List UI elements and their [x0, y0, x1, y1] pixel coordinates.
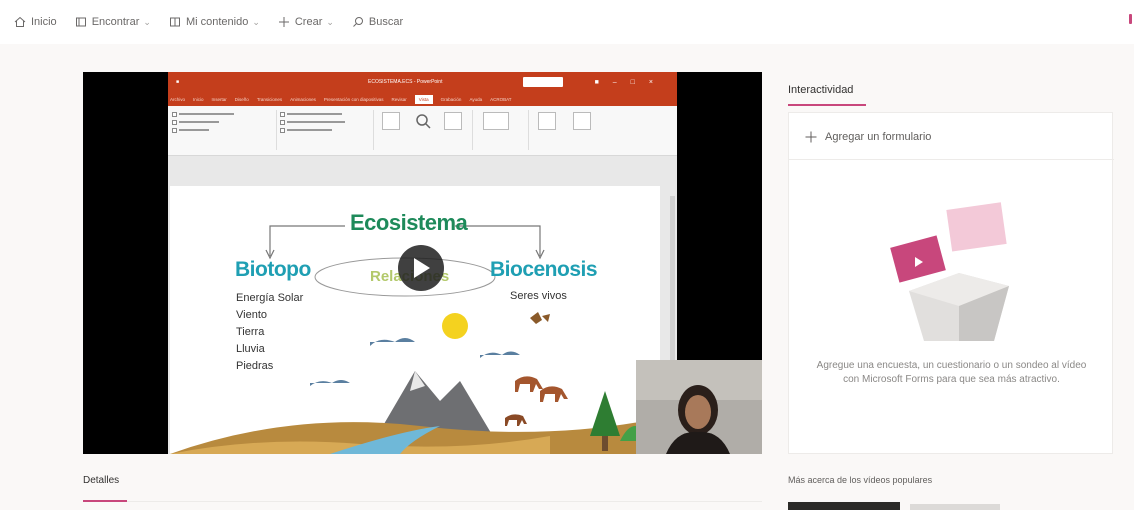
ppt-canvas: Ecosistema Biotopo Relaciones Biocenosis… [168, 156, 677, 454]
play-icon [414, 258, 430, 278]
tab-active-indicator [788, 104, 866, 106]
top-nav: Inicio Encontrar ⌄ Mi contenido ⌄ Crear … [0, 0, 1134, 44]
zoom-icon [414, 112, 432, 130]
ppt-tab: Insertar [211, 96, 227, 102]
add-form-button[interactable]: Agregar un formulario [805, 131, 931, 143]
slide-left-heading: Biotopo [235, 258, 311, 281]
video-thumbnail[interactable] [788, 502, 900, 510]
search-icon [353, 17, 363, 27]
slide-right-item: Seres vivos [510, 290, 567, 302]
nav-search[interactable]: Buscar [352, 16, 403, 28]
ppt-signin-button [523, 77, 563, 87]
tab-active-indicator [83, 500, 127, 502]
interactivity-panel: Agregar un formulario Agregue una encues… [788, 112, 1114, 454]
slide-list-item: Viento [236, 309, 267, 321]
slide-list-item: Tierra [236, 326, 265, 338]
nav-create-label: Crear [294, 16, 323, 28]
accent-marker [1129, 14, 1132, 24]
ppt-tab: Ayuda [469, 96, 483, 102]
nav-home[interactable]: Inicio [14, 16, 57, 28]
macros-icon [573, 112, 591, 130]
ppt-tab: Presentación con diapositivas [323, 96, 384, 102]
home-icon [14, 16, 26, 27]
ppt-ribbon [168, 106, 677, 156]
chevron-down-icon: ⌄ [252, 16, 260, 27]
nav-my-content[interactable]: Mi contenido ⌄ [169, 16, 260, 28]
webcam-overlay [636, 360, 762, 454]
ppt-tab: Transiciones [256, 96, 283, 102]
ribbon-checkbox-group [172, 110, 234, 134]
ppt-tab: Inicio [193, 96, 204, 102]
slide: Ecosistema Biotopo Relaciones Biocenosis… [170, 186, 660, 454]
nav-discover[interactable]: Encontrar ⌄ [75, 16, 151, 28]
ppt-tab: Diseño [234, 96, 249, 102]
ribbon-checkbox-group [280, 110, 345, 134]
slide-title: Ecosistema [350, 210, 468, 235]
window-icon [538, 112, 556, 130]
nav-create[interactable]: Crear ⌄ [278, 16, 334, 28]
plus-icon [805, 131, 817, 143]
nav-discover-label: Encontrar [91, 16, 140, 28]
forms-illustration-icon [890, 202, 1009, 341]
nav-my-content-label: Mi contenido [185, 16, 249, 28]
divider [789, 159, 1114, 160]
ppt-tab: ACROBAT [490, 96, 512, 102]
ppt-title-bar: ■ ECOSISTEMA.ECS - PowerPoint ■–□× [168, 72, 677, 92]
nav-home-label: Inicio [31, 16, 57, 28]
slide-list-item: Energía Solar [236, 292, 304, 304]
popular-videos-heading: Más acerca de los vídeos populares [788, 475, 933, 485]
tab-interactivity[interactable]: Interactividad [788, 84, 853, 96]
ppt-tab: Revisar [391, 96, 407, 102]
nav-search-label: Buscar [368, 16, 404, 28]
my-content-icon [169, 17, 180, 27]
ppt-ribbon-tabs: Archivo Inicio Insertar Diseño Transicio… [168, 92, 677, 106]
window-controls-icon: ■–□× [594, 78, 667, 86]
chevron-down-icon: ⌄ [326, 16, 334, 27]
ppt-tab: Grabación [440, 96, 462, 102]
slide-scrollbar [670, 196, 675, 376]
ppt-tab-active: Vista [414, 94, 433, 104]
ppt-tab: Archivo [170, 96, 186, 102]
slide-right-heading: Biocenosis [490, 258, 598, 281]
color-icon [483, 112, 509, 130]
play-button[interactable] [398, 245, 444, 291]
ribbon-ruler-icon [382, 112, 400, 130]
divider [83, 501, 762, 502]
interactivity-description: Agregue una encuesta, un cuestionario o … [816, 360, 1087, 385]
slide-list-item: Piedras [236, 360, 274, 372]
chevron-down-icon: ⌄ [143, 16, 151, 27]
video-player[interactable]: ■ ECOSISTEMA.ECS - PowerPoint ■–□× Archi… [83, 72, 762, 454]
slide-list-item: Lluvia [236, 343, 265, 355]
slide-left-list: Energía Solar Viento Tierra Lluvia Piedr… [236, 290, 303, 375]
tab-details[interactable]: Detalles [83, 475, 119, 486]
plus-icon [278, 17, 289, 27]
discover-icon [75, 17, 86, 27]
ppt-save-icon: ■ [176, 79, 180, 85]
video-thumbnail-title[interactable] [910, 504, 1000, 510]
ppt-window-title: ECOSISTEMA.ECS - PowerPoint [368, 79, 443, 85]
presenter-image [636, 360, 762, 454]
fit-window-icon [444, 112, 462, 130]
ppt-tab: Animaciones [290, 96, 316, 102]
add-form-label: Agregar un formulario [825, 131, 932, 143]
